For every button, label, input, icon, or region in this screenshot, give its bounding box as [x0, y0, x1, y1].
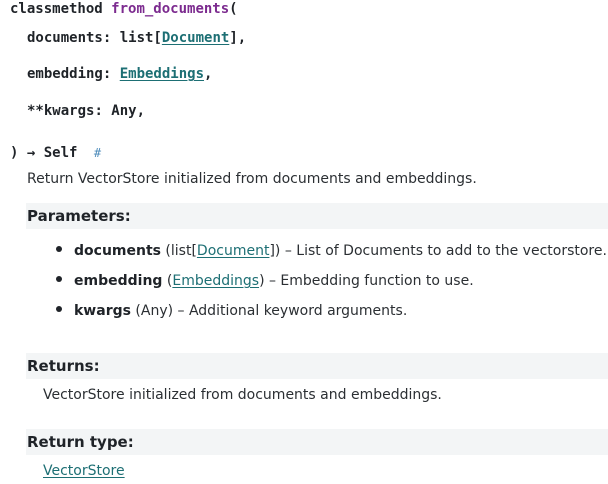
permalink-icon[interactable]: # [94, 146, 101, 160]
returns-header-band [26, 353, 608, 379]
param-name: embedding [27, 66, 103, 82]
signature-param-embedding: embedding: Embeddings, [27, 66, 213, 82]
return-arrow: → [26, 145, 36, 161]
param-name: **kwargs [27, 103, 95, 119]
document-type-link[interactable]: Document [162, 30, 229, 46]
signature-header: classmethod from_documents( [10, 0, 238, 18]
function-name: from_documents [111, 1, 230, 17]
signature-param-kwargs: **kwargs: Any, [27, 103, 146, 119]
return-type-self: Self [43, 145, 78, 161]
classmethod-keyword: classmethod [10, 1, 103, 17]
method-description: Return VectorStore initialized from docu… [27, 171, 477, 187]
param-item-embedding: embedding (Embeddings) – Embedding funct… [56, 273, 474, 289]
param-name: documents [27, 30, 103, 46]
embeddings-link[interactable]: Embeddings [172, 273, 259, 289]
vectorstore-link[interactable]: VectorStore [43, 463, 125, 479]
embeddings-type-link[interactable]: Embeddings [120, 66, 204, 82]
param-item-kwargs: kwargs (Any) – Additional keyword argume… [56, 303, 407, 319]
document-link[interactable]: Document [197, 243, 270, 259]
bullet-icon [56, 276, 62, 282]
return-type-title: Return type: [27, 433, 134, 451]
open-paren: ( [229, 1, 238, 17]
signature-return: ) → Self # [10, 144, 101, 162]
signature-param-documents: documents: list[Document], [27, 30, 247, 46]
parameters-title: Parameters: [27, 207, 131, 225]
returns-text: VectorStore initialized from documents a… [43, 387, 442, 403]
bullet-icon [56, 306, 62, 312]
bullet-icon [56, 246, 62, 252]
return-type-value: VectorStore [43, 463, 125, 479]
close-paren: ) [10, 145, 19, 161]
returns-title: Returns: [27, 357, 100, 375]
param-item-documents: documents (list[Document]) – List of Doc… [56, 243, 607, 259]
